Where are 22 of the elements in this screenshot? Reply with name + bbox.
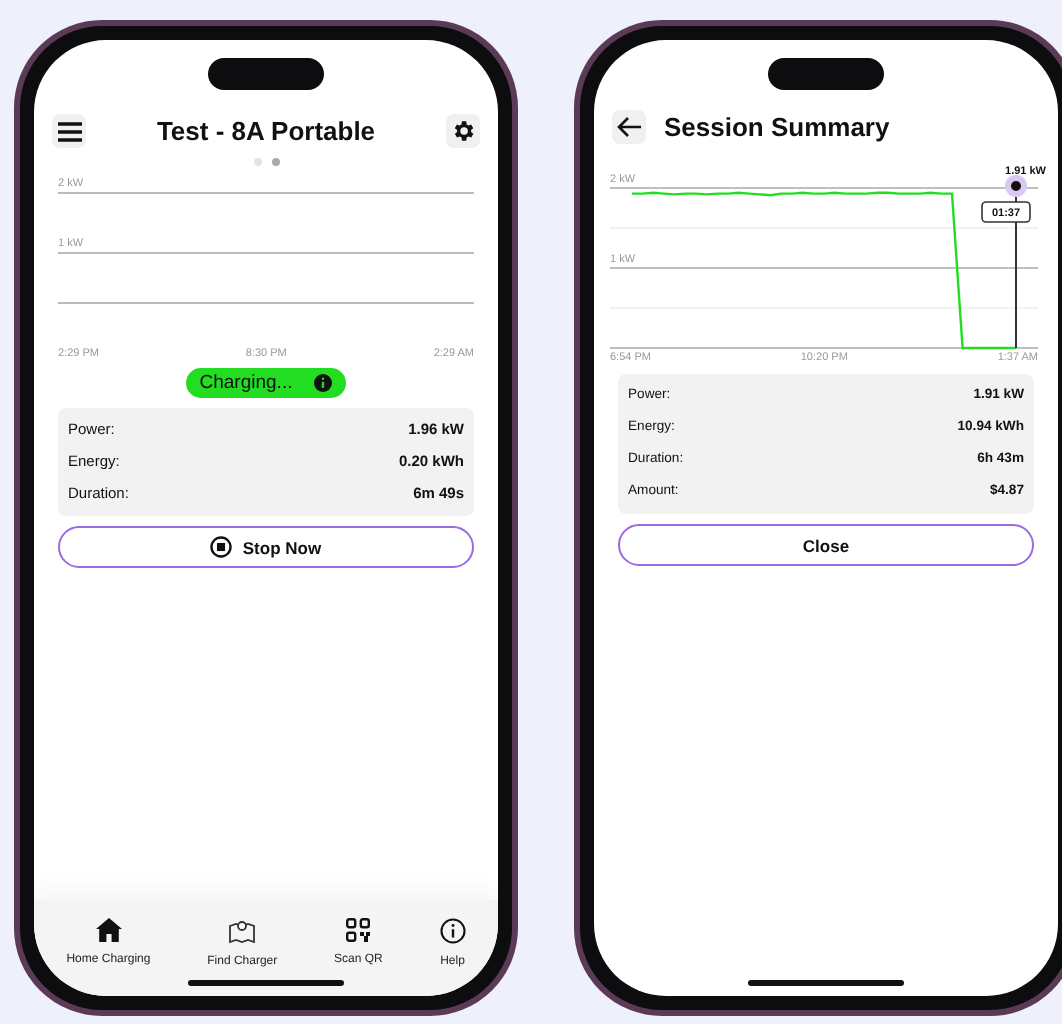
- screen-title: Test - 8A Portable: [156, 116, 376, 146]
- info-icon: [314, 374, 333, 392]
- back-arrow-icon: [616, 116, 642, 138]
- status-badge[interactable]: Charging...: [185, 368, 347, 398]
- settings-button[interactable]: [445, 114, 480, 148]
- menu-button[interactable]: [52, 114, 86, 148]
- info-icon: [439, 918, 466, 944]
- page-dot[interactable]: [271, 158, 279, 166]
- menu-icon: [57, 121, 81, 141]
- back-button[interactable]: [612, 110, 646, 144]
- camera-notch: [768, 58, 884, 90]
- settings-icon: [449, 118, 476, 144]
- stop-icon: [210, 536, 233, 558]
- cursor-dot[interactable]: [1005, 175, 1027, 197]
- qr-code-icon: [346, 918, 371, 942]
- stop-button[interactable]: Stop Now: [58, 526, 474, 568]
- screen-title: Session Summary: [664, 112, 890, 142]
- home-icon: [95, 918, 122, 942]
- status-text: Charging...: [199, 372, 293, 394]
- camera-notch: [208, 58, 324, 90]
- close-button[interactable]: Close: [618, 524, 1034, 566]
- map-pin-icon: [228, 918, 257, 944]
